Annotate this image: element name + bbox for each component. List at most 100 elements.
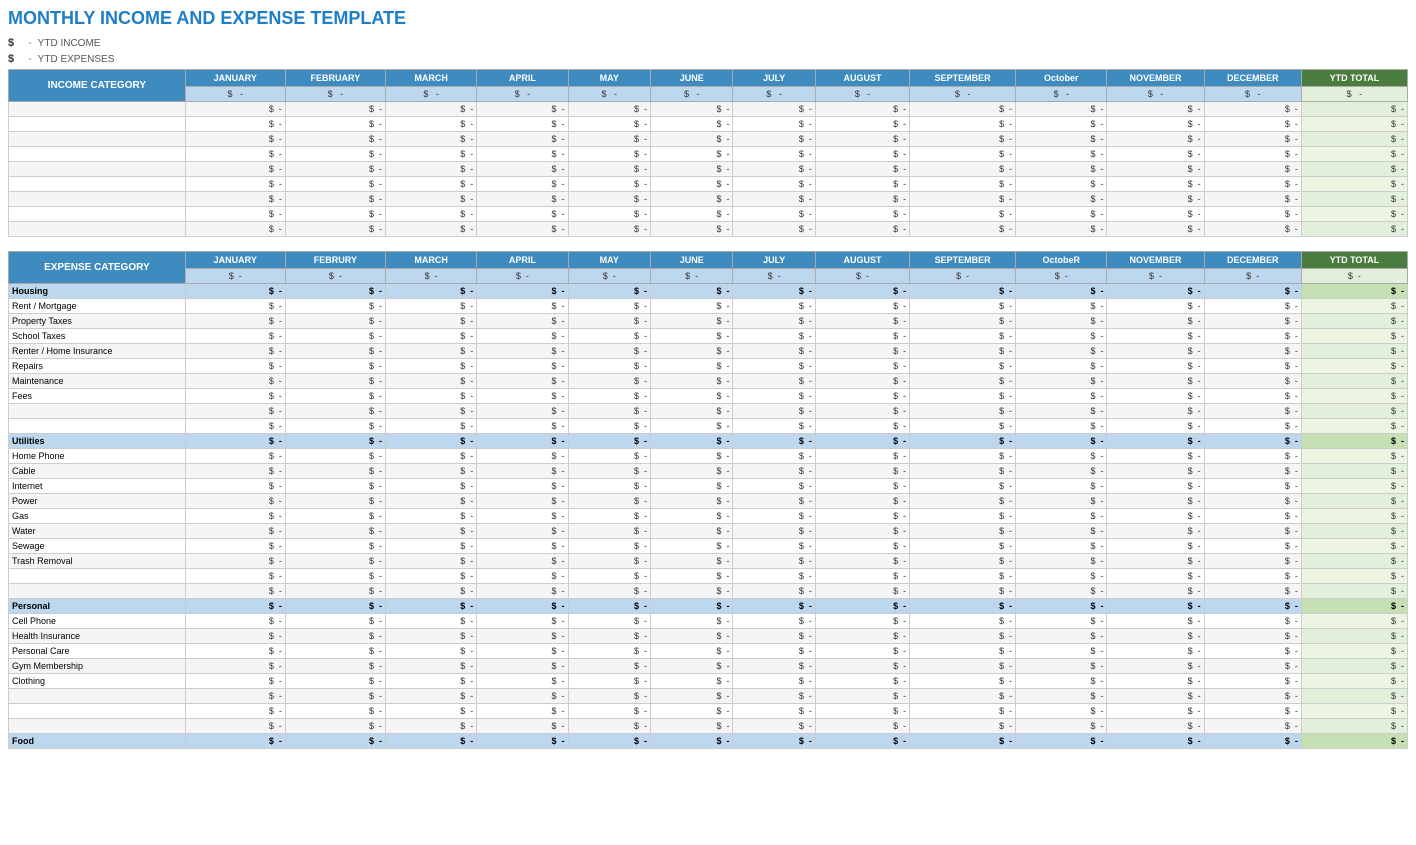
expense-cell[interactable]: $ - bbox=[815, 479, 909, 494]
income-cell[interactable]: $ - bbox=[285, 147, 385, 162]
expense-cell[interactable]: $ - bbox=[910, 674, 1016, 689]
income-cell[interactable]: $ - bbox=[651, 207, 733, 222]
expense-cell[interactable]: $ - bbox=[385, 464, 476, 479]
income-ytd-cell[interactable]: $ - bbox=[1301, 102, 1407, 117]
income-cell[interactable]: $ - bbox=[385, 117, 476, 132]
expense-row-label[interactable]: School Taxes bbox=[9, 329, 186, 344]
income-cell[interactable]: $ - bbox=[1016, 177, 1107, 192]
income-ytd-cell[interactable]: $ - bbox=[1301, 192, 1407, 207]
expense-cell[interactable]: $ - bbox=[1107, 629, 1204, 644]
income-cell[interactable]: $ - bbox=[651, 162, 733, 177]
expense-ytd-cell[interactable]: $ - bbox=[1301, 644, 1407, 659]
income-ytd-cell[interactable]: $ - bbox=[1301, 162, 1407, 177]
expense-cell[interactable]: $ - bbox=[185, 419, 285, 434]
expense-cell[interactable]: $ - bbox=[1107, 479, 1204, 494]
expense-cell[interactable]: $ - bbox=[651, 659, 733, 674]
income-row-label[interactable] bbox=[9, 192, 186, 207]
expense-cell[interactable]: $ - bbox=[285, 314, 385, 329]
expense-ytd-cell[interactable]: $ - bbox=[1301, 524, 1407, 539]
expense-cell[interactable]: $ - bbox=[733, 494, 815, 509]
income-cell[interactable]: $ - bbox=[1016, 192, 1107, 207]
expense-cell[interactable]: $ - bbox=[815, 644, 909, 659]
income-cell[interactable]: $ - bbox=[568, 102, 650, 117]
income-cell[interactable]: $ - bbox=[1016, 117, 1107, 132]
expense-cat-cell[interactable]: $ - bbox=[651, 734, 733, 749]
income-row-label[interactable] bbox=[9, 162, 186, 177]
income-cell[interactable]: $ - bbox=[185, 117, 285, 132]
income-cell[interactable]: $ - bbox=[1204, 147, 1301, 162]
expense-cell[interactable]: $ - bbox=[1016, 464, 1107, 479]
expense-cell[interactable]: $ - bbox=[568, 584, 650, 599]
expense-ytd-cell[interactable]: $ - bbox=[1301, 419, 1407, 434]
expense-cell[interactable]: $ - bbox=[477, 479, 568, 494]
expense-cell[interactable]: $ - bbox=[1016, 644, 1107, 659]
income-cell[interactable]: $ - bbox=[910, 147, 1016, 162]
expense-cat-cell[interactable]: $ - bbox=[385, 284, 476, 299]
expense-cell[interactable]: $ - bbox=[285, 344, 385, 359]
expense-cell[interactable]: $ - bbox=[651, 494, 733, 509]
expense-cell[interactable]: $ - bbox=[285, 689, 385, 704]
expense-row-label[interactable]: Clothing bbox=[9, 674, 186, 689]
expense-cell[interactable]: $ - bbox=[568, 659, 650, 674]
expense-cell[interactable]: $ - bbox=[910, 389, 1016, 404]
expense-cat-cell[interactable]: $ - bbox=[477, 599, 568, 614]
expense-ytd-cell[interactable]: $ - bbox=[1301, 539, 1407, 554]
expense-cell[interactable]: $ - bbox=[733, 404, 815, 419]
expense-cat-cell[interactable]: $ - bbox=[477, 434, 568, 449]
expense-cell[interactable]: $ - bbox=[568, 299, 650, 314]
expense-cell[interactable]: $ - bbox=[733, 629, 815, 644]
expense-cell[interactable]: $ - bbox=[1107, 449, 1204, 464]
expense-ytd-cell[interactable]: $ - bbox=[1301, 329, 1407, 344]
expense-cell[interactable]: $ - bbox=[815, 509, 909, 524]
expense-cell[interactable]: $ - bbox=[1204, 689, 1301, 704]
expense-cat-cell[interactable]: $ - bbox=[910, 734, 1016, 749]
expense-row-label[interactable]: Personal Care bbox=[9, 644, 186, 659]
income-cell[interactable]: $ - bbox=[733, 117, 815, 132]
exp-may-sub[interactable]: $ - bbox=[568, 269, 650, 284]
expense-cell[interactable]: $ - bbox=[1204, 719, 1301, 734]
expense-cat-cell[interactable]: $ - bbox=[285, 284, 385, 299]
income-cell[interactable]: $ - bbox=[733, 207, 815, 222]
expense-cat-cell[interactable]: $ - bbox=[815, 599, 909, 614]
expense-cell[interactable]: $ - bbox=[733, 344, 815, 359]
expense-cell[interactable]: $ - bbox=[477, 554, 568, 569]
expense-cell[interactable]: $ - bbox=[185, 719, 285, 734]
expense-cell[interactable]: $ - bbox=[1016, 659, 1107, 674]
income-cell[interactable]: $ - bbox=[1204, 207, 1301, 222]
expense-cell[interactable]: $ - bbox=[733, 329, 815, 344]
expense-cell[interactable]: $ - bbox=[1016, 479, 1107, 494]
expense-cell[interactable]: $ - bbox=[815, 449, 909, 464]
expense-ytd-cell[interactable]: $ - bbox=[1301, 404, 1407, 419]
expense-cell[interactable]: $ - bbox=[1107, 584, 1204, 599]
expense-cell[interactable]: $ - bbox=[1204, 404, 1301, 419]
expense-cell[interactable]: $ - bbox=[651, 509, 733, 524]
expense-cell[interactable]: $ - bbox=[477, 314, 568, 329]
expense-cat-cell[interactable]: $ - bbox=[1107, 734, 1204, 749]
expense-cell[interactable]: $ - bbox=[385, 419, 476, 434]
expense-cell[interactable]: $ - bbox=[910, 644, 1016, 659]
expense-cell[interactable]: $ - bbox=[477, 464, 568, 479]
income-cell[interactable]: $ - bbox=[910, 162, 1016, 177]
expense-cell[interactable]: $ - bbox=[733, 509, 815, 524]
expense-cell[interactable]: $ - bbox=[1107, 719, 1204, 734]
expense-cell[interactable]: $ - bbox=[733, 359, 815, 374]
expense-cell[interactable]: $ - bbox=[185, 299, 285, 314]
expense-cell[interactable]: $ - bbox=[1016, 584, 1107, 599]
expense-cell[interactable]: $ - bbox=[733, 314, 815, 329]
expense-ytd-cell[interactable]: $ - bbox=[1301, 659, 1407, 674]
income-cell[interactable]: $ - bbox=[1016, 207, 1107, 222]
income-cell[interactable]: $ - bbox=[1204, 162, 1301, 177]
income-cell[interactable]: $ - bbox=[285, 207, 385, 222]
income-cell[interactable]: $ - bbox=[385, 192, 476, 207]
income-cell[interactable]: $ - bbox=[385, 102, 476, 117]
expense-cell[interactable]: $ - bbox=[385, 389, 476, 404]
expense-cell[interactable]: $ - bbox=[568, 644, 650, 659]
income-cell[interactable]: $ - bbox=[477, 147, 568, 162]
expense-ytd-cell[interactable]: $ - bbox=[1301, 464, 1407, 479]
expense-cell[interactable]: $ - bbox=[910, 689, 1016, 704]
expense-cell[interactable]: $ - bbox=[651, 584, 733, 599]
expense-cell[interactable]: $ - bbox=[1107, 314, 1204, 329]
expense-cell[interactable]: $ - bbox=[1107, 494, 1204, 509]
expense-cell[interactable]: $ - bbox=[477, 419, 568, 434]
expense-cell[interactable]: $ - bbox=[733, 584, 815, 599]
